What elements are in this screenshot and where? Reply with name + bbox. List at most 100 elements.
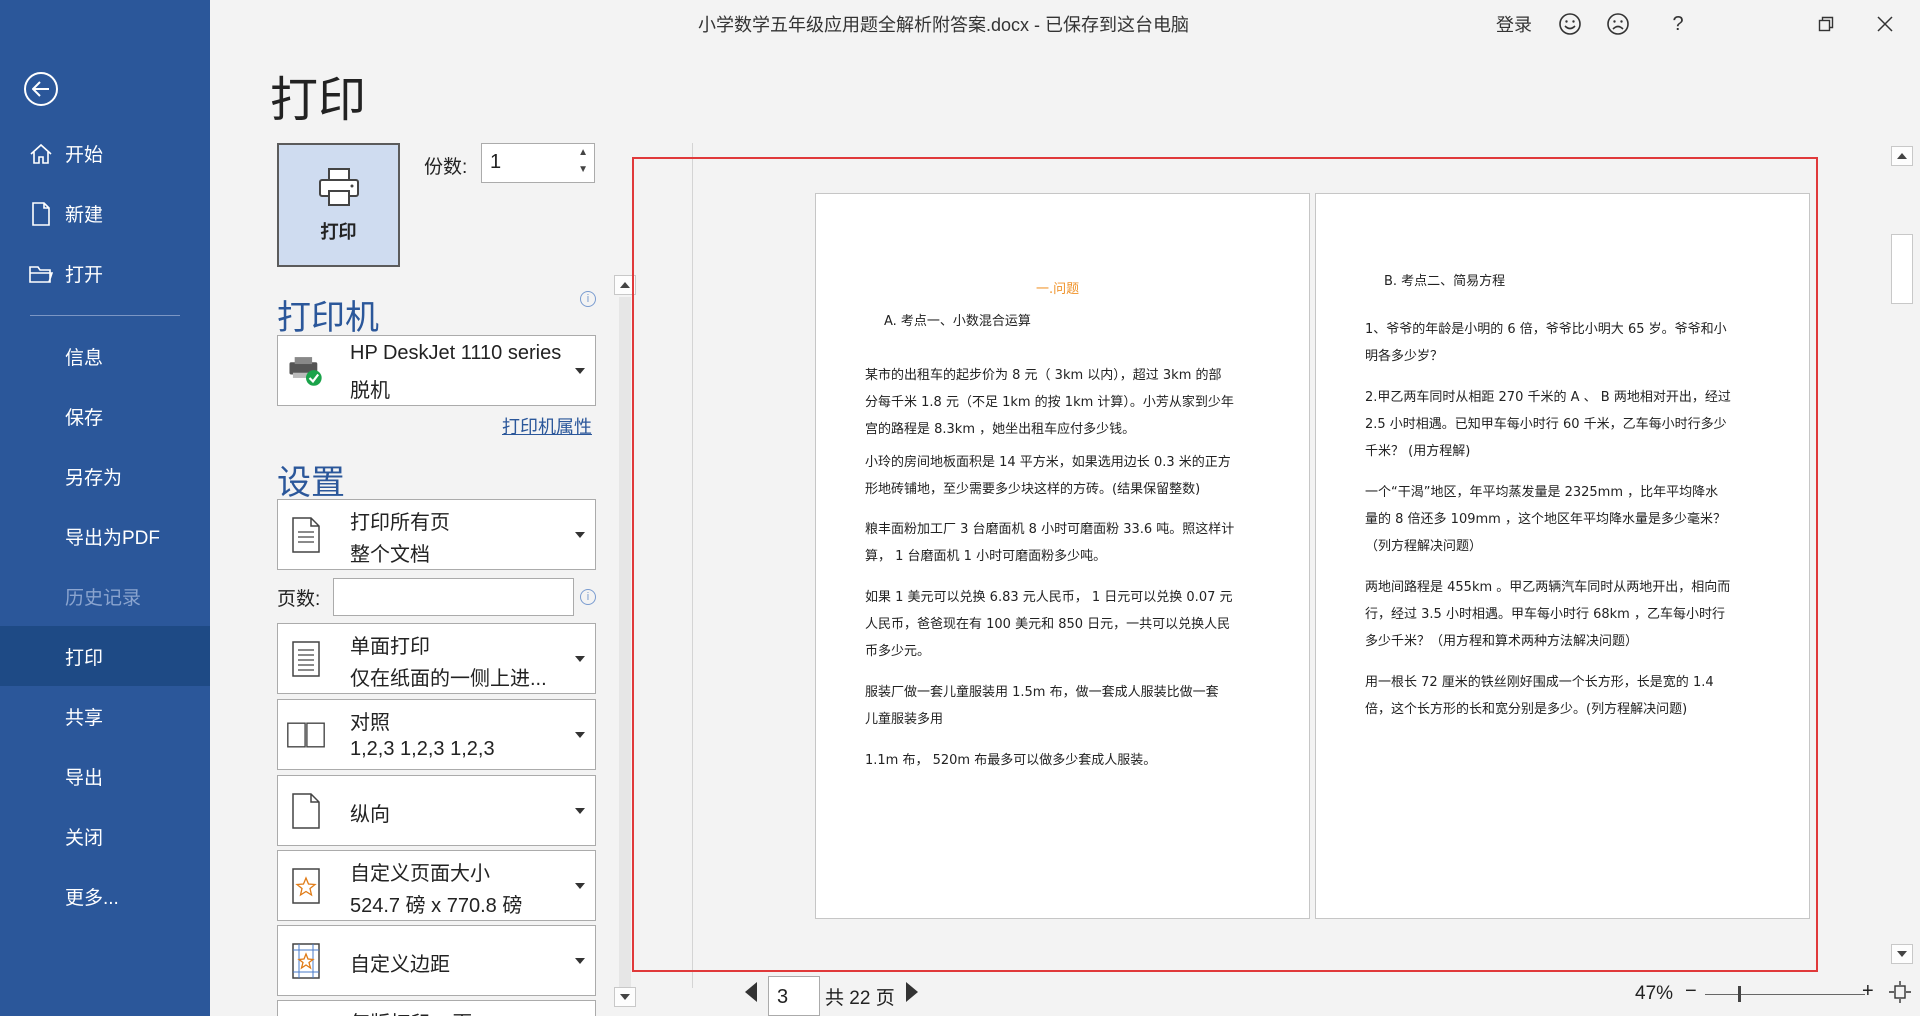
pages-per-sheet-dropdown[interactable]: 每版打印 1 页 — [277, 1000, 596, 1016]
collate-icon — [286, 713, 326, 757]
sidebar-item-label: 导出为PDF — [65, 527, 161, 549]
chevron-down-icon — [575, 731, 585, 738]
close-icon[interactable] — [1872, 11, 1898, 37]
current-page-input[interactable]: 3 — [768, 976, 820, 1016]
new-doc-icon — [28, 201, 54, 227]
chevron-down-icon — [575, 655, 585, 662]
scroll-down-icon[interactable] — [614, 987, 636, 1007]
chevron-down-icon — [575, 957, 585, 964]
print-button-label: 打印 — [320, 221, 357, 242]
question-paragraph: 服装厂做一套儿童服装用 1.5m 布，做一套成人服装比做一套 儿童服装多用 — [865, 685, 1219, 727]
zoom-slider[interactable] — [1705, 994, 1865, 995]
margins-dropdown[interactable]: 自定义边距 — [277, 925, 596, 996]
sidebar-item-label: 关闭 — [65, 827, 104, 849]
question-paragraph: 一个“干渴”地区，年平均蒸发量是 2325mm ，比年平均降水 量的 8 倍还多… — [1365, 485, 1726, 554]
dropdown-secondary: 1,2,3 1,2,3 1,2,3 — [350, 738, 495, 760]
copies-input[interactable]: 1 ▲ ▼ — [481, 143, 595, 183]
page-title: 打印 — [270, 74, 367, 127]
zoom-slider-thumb[interactable] — [1738, 986, 1741, 1002]
sign-in-link[interactable]: 登录 — [1496, 11, 1532, 37]
print-range-dropdown[interactable]: 打印所有页 整个文档 — [277, 499, 596, 570]
info-icon[interactable]: i — [580, 291, 596, 307]
sidebar-item-open[interactable]: 打开 — [0, 243, 210, 303]
scroll-track[interactable] — [619, 297, 631, 993]
sidebar-item-label: 另存为 — [65, 467, 123, 489]
sidebar-item-label: 打开 — [65, 264, 104, 286]
dropdown-primary: 每版打印 1 页 — [350, 1007, 472, 1016]
printer-icon — [317, 167, 361, 212]
sidebar-item-label: 信息 — [65, 347, 104, 369]
pages-input[interactable] — [333, 578, 574, 616]
dropdown-secondary: 524.7 磅 x 770.8 磅 — [350, 895, 523, 917]
dropdown-primary: 纵向 — [350, 804, 390, 826]
page-size-star-icon — [286, 864, 326, 908]
dropdown-primary: 单面打印 — [350, 636, 430, 658]
printer-dropdown[interactable]: HP DeskJet 1110 series 脱机 — [277, 335, 596, 406]
total-pages: 共 22 页 — [825, 988, 895, 1009]
backstage-sidebar: 开始 新建 打开 信息 保存 另存为 导出为PDF 历史记录 打印 共享 导出 … — [0, 0, 210, 1016]
print-button[interactable]: 打印 — [277, 143, 400, 267]
zoom-level[interactable]: 47% — [1635, 983, 1673, 1005]
scroll-down-icon[interactable] — [1891, 944, 1913, 964]
chevron-down-icon — [575, 807, 585, 814]
print-preview: 一.问题 A. 考点一、小数混合运算 某市的出租车的起步价为 8 元（ 3km … — [632, 157, 1818, 972]
chevron-down-icon — [575, 531, 585, 538]
question-paragraph: 某市的出租车的起步价为 8 元（ 3km 以内），超过 3km 的部 分每千米 … — [865, 368, 1234, 437]
sidebar-item-print[interactable]: 打印 — [0, 626, 210, 686]
sidebar-item-share[interactable]: 共享 — [0, 686, 210, 746]
sidebar-item-label: 新建 — [65, 204, 104, 226]
dropdown-primary: 对照 — [350, 712, 390, 734]
zoom-to-page-icon[interactable] — [1888, 980, 1912, 1004]
question-paragraph: 两地间路程是 455km 。甲乙两辆汽车同时从两地开出，相向而 行，经过 3.5… — [1365, 580, 1731, 649]
zoom-in-icon[interactable]: + — [1862, 980, 1874, 1003]
preview-scrollbar[interactable] — [1890, 144, 1914, 968]
sidebar-item-label: 导出 — [65, 767, 104, 789]
dropdown-primary: 自定义边距 — [350, 954, 450, 976]
collate-dropdown[interactable]: 对照 1,2,3 1,2,3 1,2,3 — [277, 699, 596, 770]
copies-down-icon[interactable]: ▼ — [578, 164, 588, 175]
help-icon[interactable]: ? — [1665, 11, 1691, 37]
question-heading: 一.问题 — [1036, 282, 1080, 297]
sidebar-item-more[interactable]: 更多... — [0, 866, 210, 926]
current-page-value: 3 — [777, 986, 789, 1008]
zoom-out-icon[interactable]: − — [1685, 980, 1697, 1003]
scroll-up-icon[interactable] — [1891, 146, 1913, 166]
margins-star-icon — [286, 939, 326, 983]
sidebar-item-export-pdf[interactable]: 导出为PDF — [0, 506, 210, 566]
back-arrow-icon[interactable] — [24, 72, 58, 106]
sidebar-item-close[interactable]: 关闭 — [0, 806, 210, 866]
dropdown-secondary: 整个文档 — [350, 544, 430, 566]
printer-properties-link[interactable]: 打印机属性 — [502, 413, 592, 439]
sidebar-item-new[interactable]: 新建 — [0, 183, 210, 243]
home-icon — [28, 141, 54, 167]
sidebar-item-label: 保存 — [65, 407, 104, 429]
section-heading: B. 考点二、简易方程 — [1384, 274, 1506, 289]
previous-page-icon[interactable] — [745, 982, 757, 1002]
next-page-icon[interactable] — [906, 982, 918, 1002]
dropdown-primary: 自定义页面大小 — [350, 863, 490, 885]
single-sided-icon — [286, 637, 326, 681]
orientation-dropdown[interactable]: 纵向 — [277, 775, 596, 846]
question-paragraph: 小玲的房间地板面积是 14 平方米，如果选用边长 0.3 米的正方 形地砖铺地，… — [865, 455, 1231, 497]
pages-label: 页数: — [277, 589, 321, 610]
sidebar-item-history: 历史记录 — [0, 566, 210, 626]
sidebar-item-label: 历史记录 — [65, 587, 142, 609]
sidebar-item-save[interactable]: 保存 — [0, 386, 210, 446]
smile-icon[interactable] — [1557, 11, 1583, 37]
copies-value: 1 — [490, 151, 502, 173]
frown-icon[interactable] — [1605, 11, 1631, 37]
printer-status: 脱机 — [350, 380, 390, 402]
sidebar-item-info[interactable]: 信息 — [0, 326, 210, 386]
copies-label: 份数: — [424, 157, 468, 178]
sides-dropdown[interactable]: 单面打印 仅在纸面的一侧上进... — [277, 623, 596, 694]
sidebar-item-export[interactable]: 导出 — [0, 746, 210, 806]
scroll-thumb[interactable] — [1891, 234, 1913, 304]
copies-up-icon[interactable]: ▲ — [578, 147, 588, 158]
pages-icon — [286, 513, 326, 557]
info-icon[interactable]: i — [580, 589, 596, 605]
paper-size-dropdown[interactable]: 自定义页面大小 524.7 磅 x 770.8 磅 — [277, 850, 596, 921]
question-paragraph: 如果 1 美元可以兑换 6.83 元人民币， 1 日元可以兑换 0.07 元 人… — [865, 590, 1233, 659]
sidebar-item-home[interactable]: 开始 — [0, 123, 210, 183]
restore-icon[interactable] — [1813, 11, 1839, 37]
sidebar-item-save-as[interactable]: 另存为 — [0, 446, 210, 506]
